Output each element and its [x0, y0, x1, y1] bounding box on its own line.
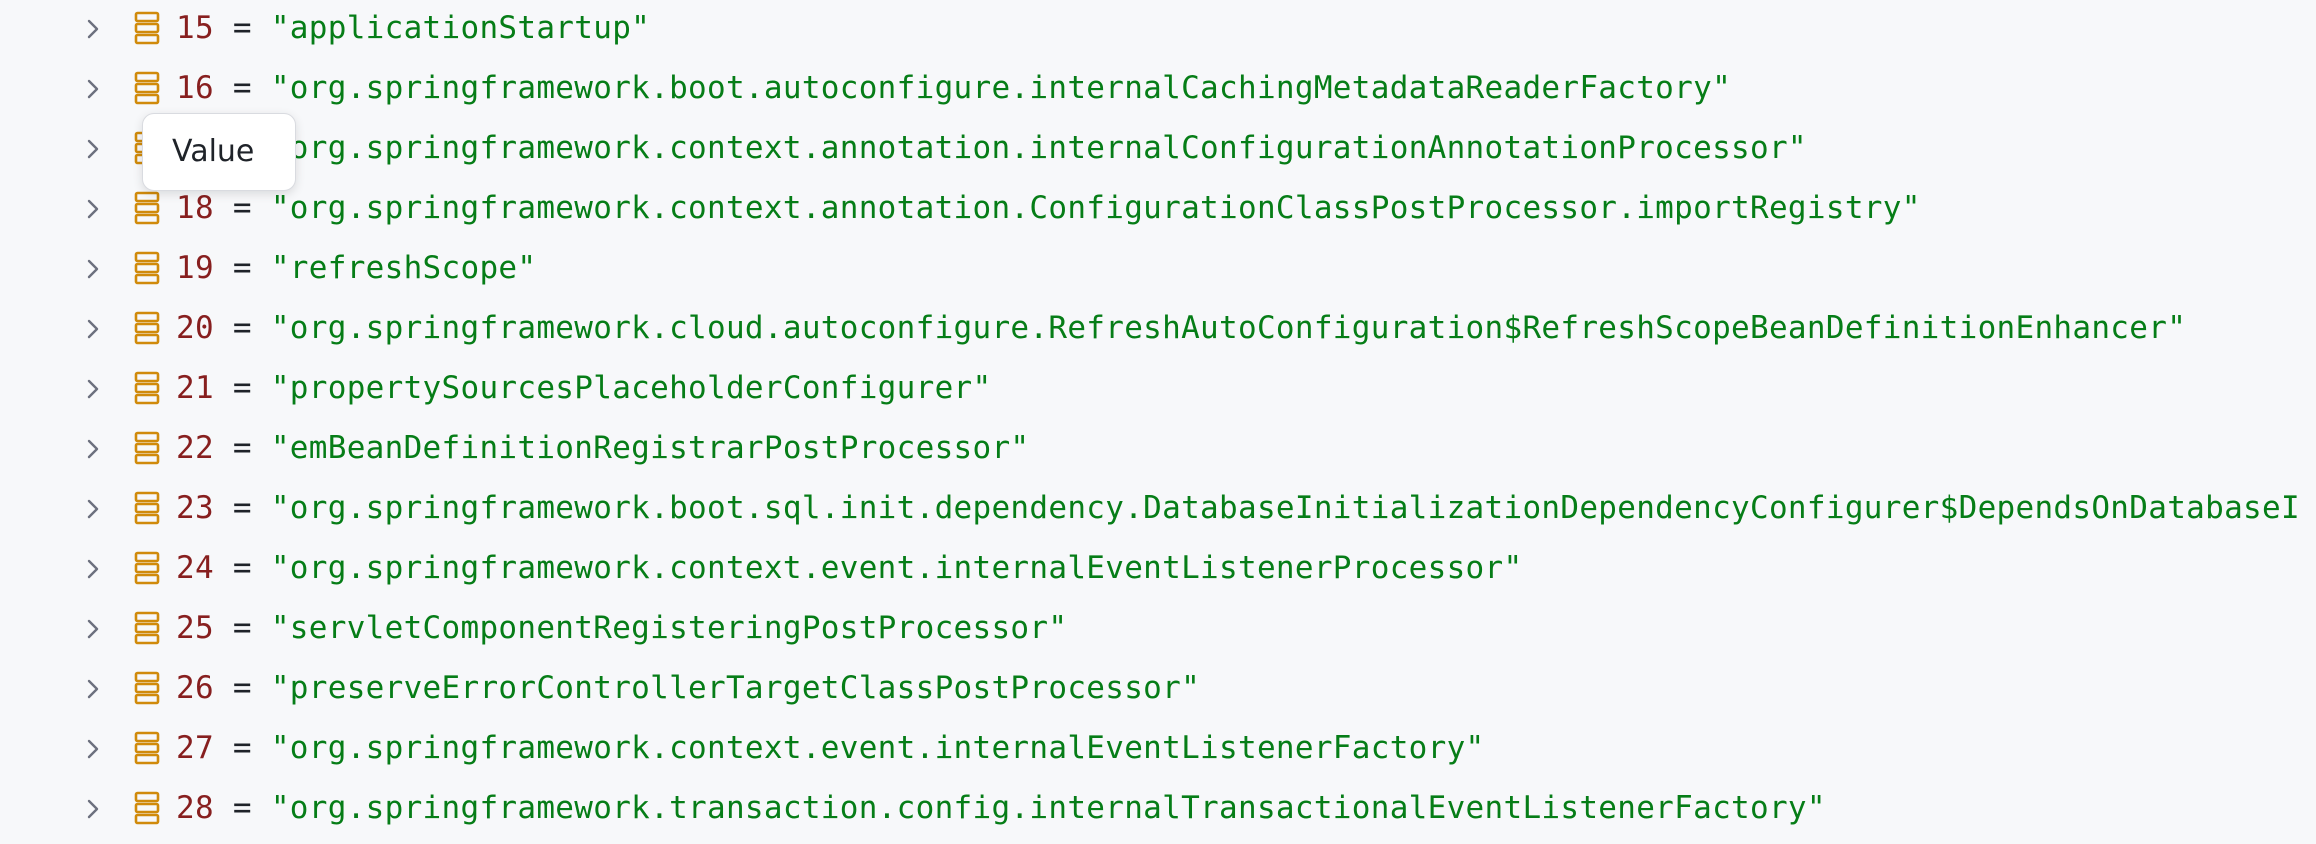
chevron-right-icon[interactable] — [82, 318, 104, 340]
array-element-icon — [133, 550, 161, 586]
chevron-right-icon[interactable] — [82, 138, 104, 160]
chevron-right-icon[interactable] — [82, 558, 104, 580]
tree-row[interactable]: 27 = "org.springframework.context.event.… — [0, 720, 2316, 780]
string-value: "emBeanDefinitionRegistrarPostProcessor" — [270, 430, 1030, 466]
chevron-right-icon[interactable] — [82, 378, 104, 400]
string-value: "refreshScope" — [270, 250, 537, 286]
array-element-icon — [133, 430, 161, 466]
element-index: 27 — [176, 730, 214, 766]
variables-tree: 15 = "applicationStartup" 16 = "org.spri… — [0, 0, 2316, 844]
array-element-icon — [133, 610, 161, 646]
tree-row[interactable]: 20 = "org.springframework.cloud.autoconf… — [0, 300, 2316, 360]
string-value: "org.springframework.context.event.inter… — [270, 730, 1485, 766]
string-value: "org.springframework.boot.sql.init.depen… — [270, 490, 2300, 526]
element-index: 21 — [176, 370, 214, 406]
equals-sign: = — [232, 790, 252, 826]
array-element-icon — [133, 10, 161, 46]
string-value: "applicationStartup" — [270, 10, 651, 46]
element-index: 24 — [176, 550, 214, 586]
equals-sign: = — [232, 70, 252, 106]
chevron-right-icon[interactable] — [82, 198, 104, 220]
array-element-icon — [133, 670, 161, 706]
equals-sign: = — [232, 550, 252, 586]
chevron-right-icon[interactable] — [82, 18, 104, 40]
tree-row[interactable]: 26 = "preserveErrorControllerTargetClass… — [0, 660, 2316, 720]
element-index: 18 — [176, 190, 214, 226]
array-element-icon — [133, 190, 161, 226]
element-index: 26 — [176, 670, 214, 706]
array-element-icon — [133, 370, 161, 406]
chevron-right-icon[interactable] — [82, 258, 104, 280]
element-index: 25 — [176, 610, 214, 646]
tree-row[interactable]: 15 = "applicationStartup" — [0, 0, 2316, 60]
equals-sign: = — [232, 610, 252, 646]
array-element-icon — [133, 250, 161, 286]
element-index: 22 — [176, 430, 214, 466]
chevron-right-icon[interactable] — [82, 438, 104, 460]
string-value: "org.springframework.context.event.inter… — [270, 550, 1523, 586]
chevron-right-icon[interactable] — [82, 78, 104, 100]
chevron-right-icon[interactable] — [82, 678, 104, 700]
element-index: 15 — [176, 10, 214, 46]
string-value: "propertySourcesPlaceholderConfigurer" — [270, 370, 992, 406]
string-value: "preserveErrorControllerTargetClassPostP… — [270, 670, 1201, 706]
tree-row[interactable]: 22 = "emBeanDefinitionRegistrarPostProce… — [0, 420, 2316, 480]
chevron-right-icon[interactable] — [82, 498, 104, 520]
tree-row[interactable]: 19 = "refreshScope" — [0, 240, 2316, 300]
element-index: 16 — [176, 70, 214, 106]
equals-sign: = — [232, 370, 252, 406]
string-value: "org.springframework.context.annotation.… — [270, 190, 1921, 226]
string-value: "org.springframework.boot.autoconfigure.… — [270, 70, 1732, 106]
tree-row[interactable]: 21 = "propertySourcesPlaceholderConfigur… — [0, 360, 2316, 420]
array-element-icon — [133, 310, 161, 346]
equals-sign: = — [232, 310, 252, 346]
tree-row[interactable]: 25 = "servletComponentRegisteringPostPro… — [0, 600, 2316, 660]
array-element-icon — [133, 790, 161, 826]
equals-sign: = — [232, 730, 252, 766]
element-index: 20 — [176, 310, 214, 346]
equals-sign: = — [232, 430, 252, 466]
equals-sign: = — [232, 670, 252, 706]
tree-row[interactable]: 18 = "org.springframework.context.annota… — [0, 180, 2316, 240]
tooltip-label: Value — [172, 134, 255, 169]
chevron-right-icon[interactable] — [82, 618, 104, 640]
string-value: "org.springframework.cloud.autoconfigure… — [270, 310, 2187, 346]
string-value: "servletComponentRegisteringPostProcesso… — [270, 610, 1068, 646]
element-index: 28 — [176, 790, 214, 826]
element-index: 23 — [176, 490, 214, 526]
array-element-icon — [133, 490, 161, 526]
tree-row[interactable]: 23 = "org.springframework.boot.sql.init.… — [0, 480, 2316, 540]
tree-row[interactable]: 28 = "org.springframework.transaction.co… — [0, 780, 2316, 840]
tree-row[interactable]: 17 = "org.springframework.context.annota… — [0, 120, 2316, 180]
equals-sign: = — [232, 10, 252, 46]
array-element-icon — [133, 70, 161, 106]
tree-row[interactable]: 24 = "org.springframework.context.event.… — [0, 540, 2316, 600]
string-value: "org.springframework.transaction.config.… — [270, 790, 1826, 826]
value-tooltip: Value — [142, 113, 296, 191]
tree-row[interactable]: 16 = "org.springframework.boot.autoconfi… — [0, 60, 2316, 120]
element-index: 19 — [176, 250, 214, 286]
equals-sign: = — [232, 190, 252, 226]
equals-sign: = — [232, 250, 252, 286]
equals-sign: = — [232, 490, 252, 526]
chevron-right-icon[interactable] — [82, 738, 104, 760]
array-element-icon — [133, 730, 161, 766]
string-value: "org.springframework.context.annotation.… — [270, 130, 1807, 166]
chevron-right-icon[interactable] — [82, 798, 104, 820]
